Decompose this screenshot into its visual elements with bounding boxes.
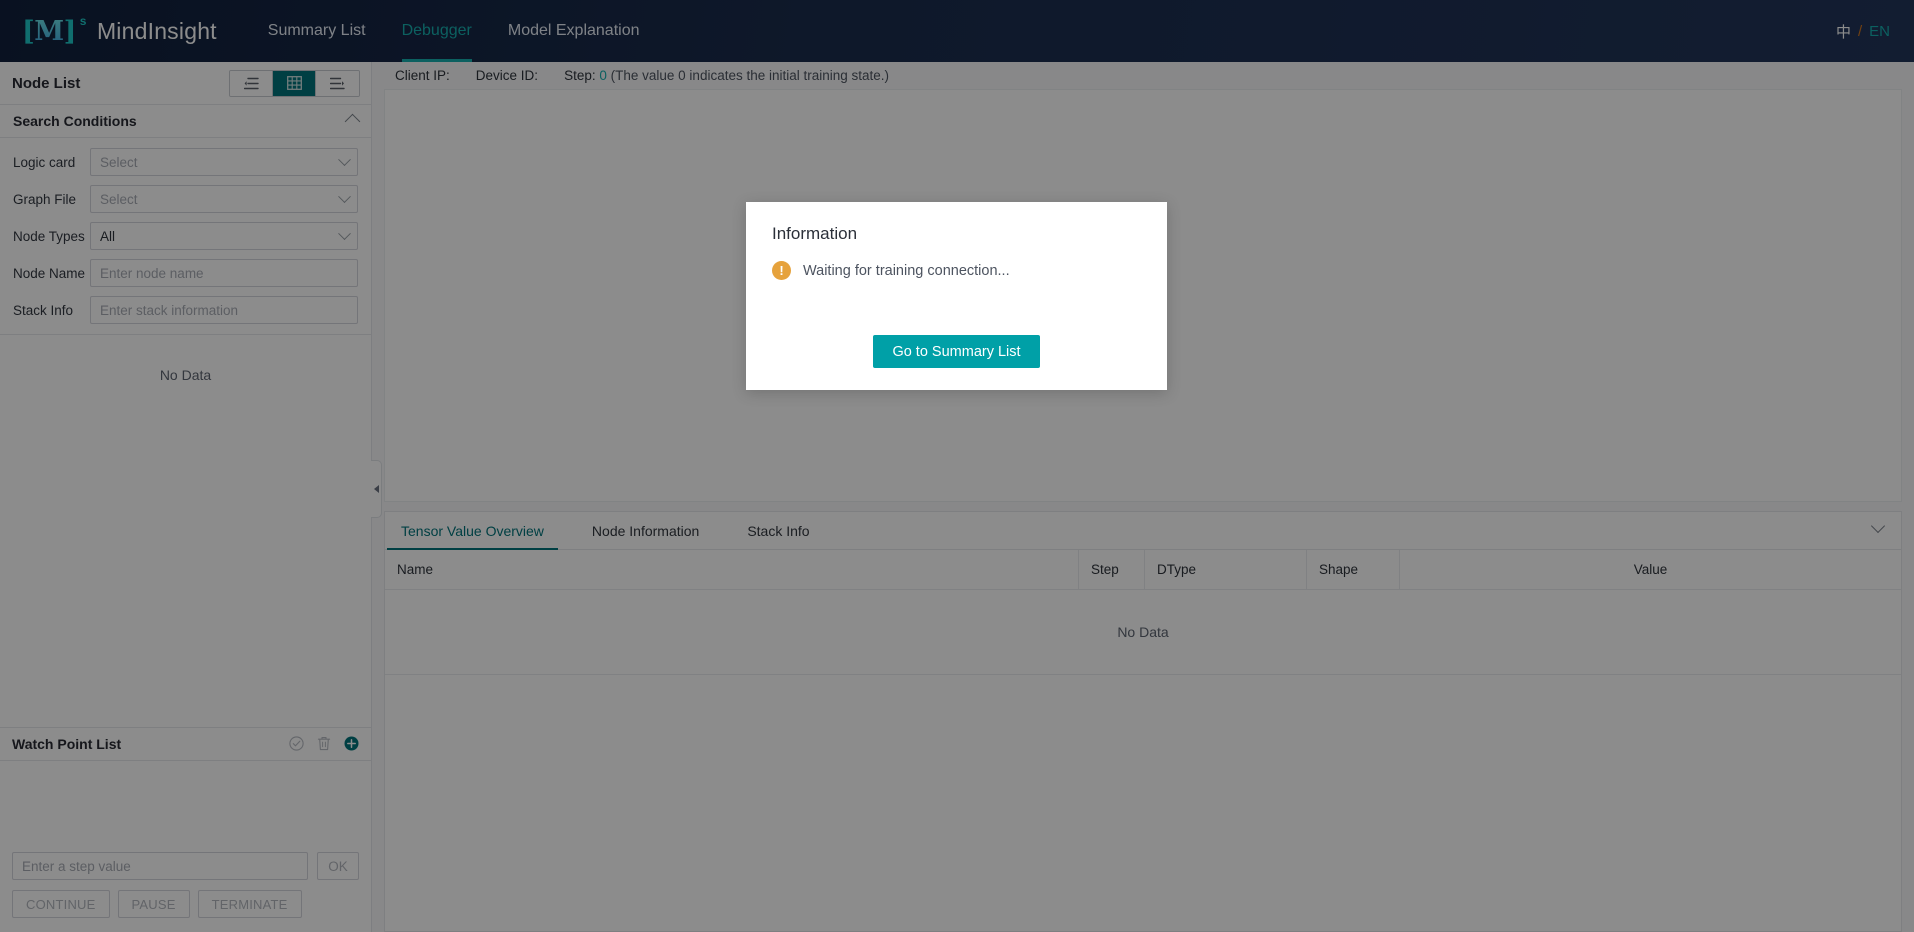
dialog-message: Waiting for training connection...	[803, 262, 1010, 279]
modal-overlay[interactable]	[0, 0, 1914, 932]
dialog-title: Information	[772, 224, 858, 243]
app-root: [M] s MindInsight Summary List Debugger M…	[0, 0, 1914, 932]
warning-icon: !	[772, 261, 791, 280]
dialog-actions: Go to Summary List	[746, 335, 1167, 368]
dialog-message-row: ! Waiting for training connection...	[772, 261, 1141, 280]
go-to-summary-list-button[interactable]: Go to Summary List	[873, 335, 1040, 368]
information-dialog: Information ! Waiting for training conne…	[746, 202, 1167, 390]
